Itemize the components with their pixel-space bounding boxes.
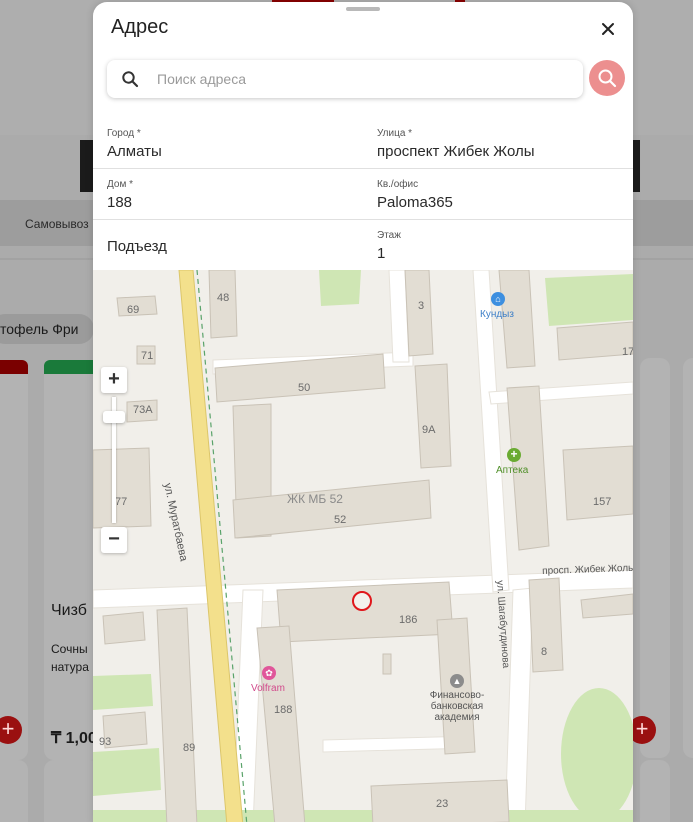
- map-label: 71: [141, 350, 154, 362]
- map-label: 157: [593, 496, 612, 508]
- product-desc: Сочны: [51, 642, 88, 656]
- floor-value: 1: [377, 245, 386, 262]
- zoom-control: + −: [101, 367, 127, 553]
- product-card[interactable]: [640, 358, 670, 758]
- map-label: 3: [418, 300, 425, 312]
- map-label: 8: [541, 646, 548, 658]
- location-marker[interactable]: [352, 591, 372, 611]
- pickup-label: Самовывоз: [25, 217, 89, 231]
- address-modal: Адрес Город * Алматы Улица * проспект Жи…: [93, 2, 633, 822]
- address-row: Город * Алматы Улица * проспект Жибек Жо…: [93, 118, 633, 169]
- pharmacy-icon[interactable]: +: [507, 448, 521, 462]
- poi-label[interactable]: Volfram: [251, 683, 285, 694]
- map-label-complex: ЖК МБ 52: [287, 492, 343, 506]
- close-button[interactable]: [597, 18, 619, 40]
- academy-icon[interactable]: ▲: [450, 674, 464, 688]
- product-card-badge: [0, 360, 28, 374]
- poi-label[interactable]: Финансово- банковская академия: [427, 690, 487, 723]
- map-label: 73А: [133, 404, 153, 416]
- house-field[interactable]: Дом * 188: [107, 169, 367, 219]
- poi-label[interactable]: Аптека: [496, 465, 528, 476]
- address-search-input[interactable]: [157, 60, 567, 98]
- city-value: Алматы: [107, 143, 162, 160]
- address-map[interactable]: 48 69 71 73А 77 50 3 9А ЖК МБ 52 52 157 …: [93, 270, 633, 822]
- city-field[interactable]: Город * Алматы: [107, 118, 367, 168]
- product-card[interactable]: [0, 760, 28, 822]
- map-label: 9А: [422, 424, 436, 436]
- search-icon: [598, 69, 617, 88]
- category-chip[interactable]: тофель Фри: [0, 314, 94, 344]
- product-title: Чизб: [51, 602, 87, 619]
- map-label: 188: [274, 704, 293, 716]
- house-value: 188: [107, 194, 133, 211]
- product-desc: натура: [51, 660, 89, 674]
- product-card[interactable]: [683, 358, 693, 758]
- apartment-value: Paloma365: [377, 194, 453, 211]
- street-field[interactable]: Улица * проспект Жибек Жолы: [377, 118, 627, 168]
- poi-label-line: Финансово-: [429, 690, 485, 701]
- product-card-badge: [44, 360, 100, 374]
- map-label: 93: [99, 736, 112, 748]
- apartment-field[interactable]: Кв./офис Paloma365: [377, 169, 627, 219]
- poi-label[interactable]: Кундыз: [480, 309, 514, 320]
- zoom-in-button[interactable]: +: [101, 367, 127, 393]
- entrance-field[interactable]: Подъезд: [107, 220, 367, 270]
- map-label: 48: [217, 292, 230, 304]
- flower-icon[interactable]: ✿: [262, 666, 276, 680]
- product-card[interactable]: [44, 360, 100, 760]
- address-row: Дом * 188 Кв./офис Paloma365: [93, 169, 633, 220]
- product-card[interactable]: [0, 360, 28, 760]
- close-icon: [602, 23, 614, 35]
- floor-label: Этаж: [377, 230, 401, 241]
- poi-label-line: академия: [434, 712, 480, 723]
- city-label: Город *: [107, 128, 141, 139]
- product-card[interactable]: [44, 760, 100, 822]
- poi-label-line: банковская: [430, 701, 484, 712]
- map-label: 89: [183, 742, 196, 754]
- map-label: 17: [622, 346, 633, 358]
- entrance-label: Подъезд: [107, 238, 167, 255]
- street-value: проспект Жибек Жолы: [377, 143, 535, 160]
- zoom-out-button[interactable]: −: [101, 527, 127, 553]
- map-label: 186: [399, 614, 418, 626]
- floor-field[interactable]: Этаж 1: [377, 220, 627, 270]
- map-label: 69: [127, 304, 140, 316]
- search-icon: [122, 71, 139, 88]
- map-label: 52: [334, 514, 347, 526]
- modal-title: Адрес: [111, 16, 169, 38]
- apartment-label: Кв./офис: [377, 179, 419, 190]
- minus-icon: −: [108, 528, 120, 550]
- address-search-box: [107, 60, 583, 98]
- plus-icon: +: [108, 368, 120, 390]
- map-label: 23: [436, 798, 449, 810]
- house-label: Дом *: [107, 179, 133, 190]
- street-label: Улица *: [377, 128, 413, 139]
- search-button[interactable]: [589, 60, 625, 96]
- address-fields: Город * Алматы Улица * проспект Жибек Жо…: [93, 118, 633, 270]
- product-card[interactable]: [640, 760, 670, 822]
- drag-handle[interactable]: [346, 7, 380, 11]
- zoom-slider-handle[interactable]: [103, 411, 125, 423]
- product-price: ₸ 1,00: [51, 730, 97, 747]
- address-row: Подъезд Этаж 1: [93, 220, 633, 271]
- map-label: 50: [298, 382, 311, 394]
- store-icon[interactable]: ⌂: [491, 292, 505, 306]
